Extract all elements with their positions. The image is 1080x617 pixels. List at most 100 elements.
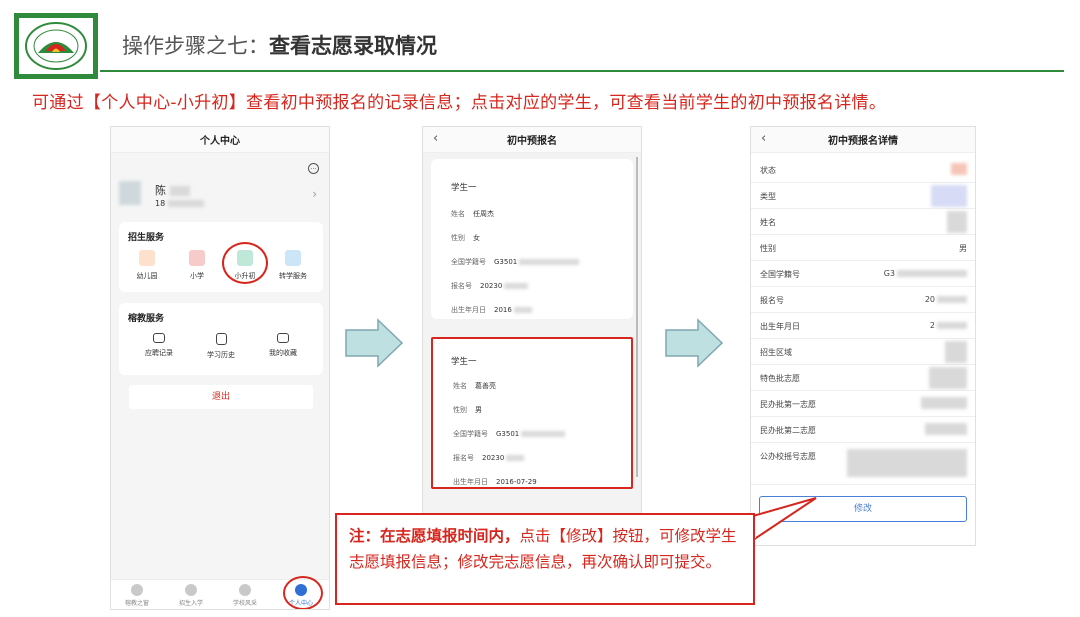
panel1-title: 个人中心	[200, 136, 240, 147]
label: 出生年月日	[451, 306, 486, 314]
label: 出生年月日	[453, 478, 488, 486]
value: 任周杰	[473, 210, 494, 218]
registration-detail-panel: ‹ 初中预报名详情 状态 类型 姓名 性别 男 全国学籍号 G3 报名号 20 出生年…	[750, 126, 976, 546]
service-study-history[interactable]: 学习历史	[199, 333, 243, 360]
detail-row: 公办校摇号志愿	[751, 443, 975, 485]
student-card-selected[interactable]: 学生一 姓名 葛善亮 性别男 全国学籍号 G3501 报名号 20230 出生年月日 2…	[431, 337, 633, 489]
page-title: 操作步骤之七：查看志愿录取情况	[122, 30, 437, 60]
row-label: 民办批第一志愿	[760, 400, 816, 409]
briefcase-icon	[153, 333, 165, 343]
panel2-header: ‹ 初中预报名	[423, 127, 641, 153]
user-profile-row[interactable]: 陈 18 ›	[119, 179, 323, 215]
field-reg-no: 报名号 20230	[451, 281, 529, 291]
row-label: 全国学籍号	[760, 270, 800, 279]
value: 女	[473, 234, 480, 242]
tab-label: 招生入学	[178, 600, 203, 607]
logout-label: 退出	[211, 392, 230, 402]
tab-bar: 榕教之窗 招生入学 学校风采 个人中心	[111, 576, 329, 609]
tab-window[interactable]: 榕教之窗	[115, 584, 159, 607]
chevron-right-icon: ›	[312, 187, 317, 201]
label: 全国学籍号	[451, 258, 486, 266]
label: 姓名	[451, 210, 465, 218]
row-label: 姓名	[760, 218, 776, 227]
row-value: 2	[929, 321, 935, 330]
enroll-service-card: 招生服务 幼儿园 小学 小升初 转学服务	[119, 222, 323, 292]
service-label: 学习历史	[207, 351, 235, 359]
kindergarten-icon	[139, 250, 155, 266]
tab-highlight-circle	[283, 576, 323, 609]
primary-school-icon	[189, 250, 205, 266]
tab-enroll[interactable]: 招生入学	[169, 584, 213, 607]
callout-pointer	[750, 497, 817, 542]
field-dob: 出生年月日 2016	[451, 305, 532, 315]
scrollbar[interactable]	[636, 157, 638, 477]
transfer-icon	[285, 250, 301, 266]
slide: 操作步骤之七：查看志愿录取情况 可通过【个人中心-小升初】查看初中预报名的记录信…	[0, 0, 1080, 617]
student-title: 学生一	[451, 357, 477, 367]
row-value: 男	[959, 244, 967, 253]
row-label: 招生区域	[760, 348, 792, 357]
panel3-header: ‹ 初中预报名详情	[751, 127, 975, 153]
field-reg-no: 报名号 20230	[453, 453, 525, 463]
history-icon	[215, 333, 227, 345]
service-apply-record[interactable]: 应聘记录	[137, 333, 181, 358]
detail-row: 招生区域	[751, 339, 975, 365]
tab-school[interactable]: 学校风采	[223, 584, 267, 607]
row-value: 20	[924, 295, 935, 304]
value: 男	[475, 406, 482, 414]
service-transfer[interactable]: 转学服务	[271, 250, 315, 281]
arrow-right-icon	[345, 318, 404, 368]
panel3-title: 初中预报名详情	[828, 136, 898, 147]
detail-row: 性别 男	[751, 235, 975, 261]
service-label: 幼儿园	[136, 272, 158, 280]
service-label: 转学服务	[279, 272, 307, 280]
edu-service-card: 榕教服务 应聘记录 学习历史 我的收藏	[119, 303, 323, 375]
service-label: 我的收藏	[269, 349, 297, 357]
tab-label: 榕教之窗	[124, 600, 149, 607]
detail-row: 状态	[751, 157, 975, 183]
modify-label: 修改	[853, 504, 872, 514]
enroll-icon	[185, 584, 197, 596]
edu-section-title: 榕教服务	[128, 314, 165, 324]
avatar	[119, 181, 143, 207]
enroll-section-title: 招生服务	[128, 233, 165, 243]
label: 全国学籍号	[453, 430, 488, 438]
service-primary[interactable]: 小学	[175, 250, 219, 281]
value: 20230	[480, 282, 503, 290]
detail-row: 民办批第一志愿	[751, 391, 975, 417]
value: 20230	[482, 454, 505, 462]
field-gender: 性别男	[453, 405, 482, 415]
student-card[interactable]: 学生一 姓名 任周杰 性别女 全国学籍号 G3501 报名号 20230 出生年月日 2…	[431, 159, 633, 319]
personal-center-panel: 个人中心 … 陈 18 › 招生服务 幼儿园 小学 小升初 转学服务 榕教服务 …	[110, 126, 330, 610]
service-kindergarten[interactable]: 幼儿园	[125, 250, 169, 281]
back-arrow-icon[interactable]: ‹	[433, 131, 438, 146]
detail-row: 类型	[751, 183, 975, 209]
field-name: 姓名 任周杰	[451, 209, 494, 219]
title-main: 查看志愿录取情况	[269, 34, 437, 58]
detail-row: 特色批志愿	[751, 365, 975, 391]
row-label: 类型	[760, 192, 776, 201]
note-bold: 注：在志愿填报时间内，	[349, 527, 520, 545]
detail-row: 民办批第二志愿	[751, 417, 975, 443]
title-divider	[100, 70, 1064, 72]
arrow-right-icon	[665, 318, 724, 368]
message-icon[interactable]: …	[308, 163, 319, 174]
pre-registration-panel: ‹ 初中预报名 学生一 姓名 任周杰 性别女 全国学籍号 G3501 报名号 2023…	[422, 126, 642, 520]
row-label: 性别	[760, 244, 776, 253]
value: 2016	[494, 306, 512, 314]
label: 性别	[451, 234, 465, 242]
detail-row: 出生年月日 2	[751, 313, 975, 339]
label: 报名号	[453, 454, 474, 462]
logout-button[interactable]: 退出	[129, 385, 313, 409]
field-dob: 出生年月日 2016-07-29	[453, 477, 537, 487]
field-gender: 性别女	[451, 233, 480, 243]
student-title: 学生一	[451, 183, 477, 193]
row-label: 民办批第二志愿	[760, 426, 816, 435]
detail-row: 全国学籍号 G3	[751, 261, 975, 287]
school-icon	[239, 584, 251, 596]
window-icon	[131, 584, 143, 596]
service-favorites[interactable]: 我的收藏	[261, 333, 305, 358]
row-label: 公办校摇号志愿	[760, 452, 816, 461]
folder-icon	[277, 333, 289, 343]
back-arrow-icon[interactable]: ‹	[761, 131, 766, 146]
